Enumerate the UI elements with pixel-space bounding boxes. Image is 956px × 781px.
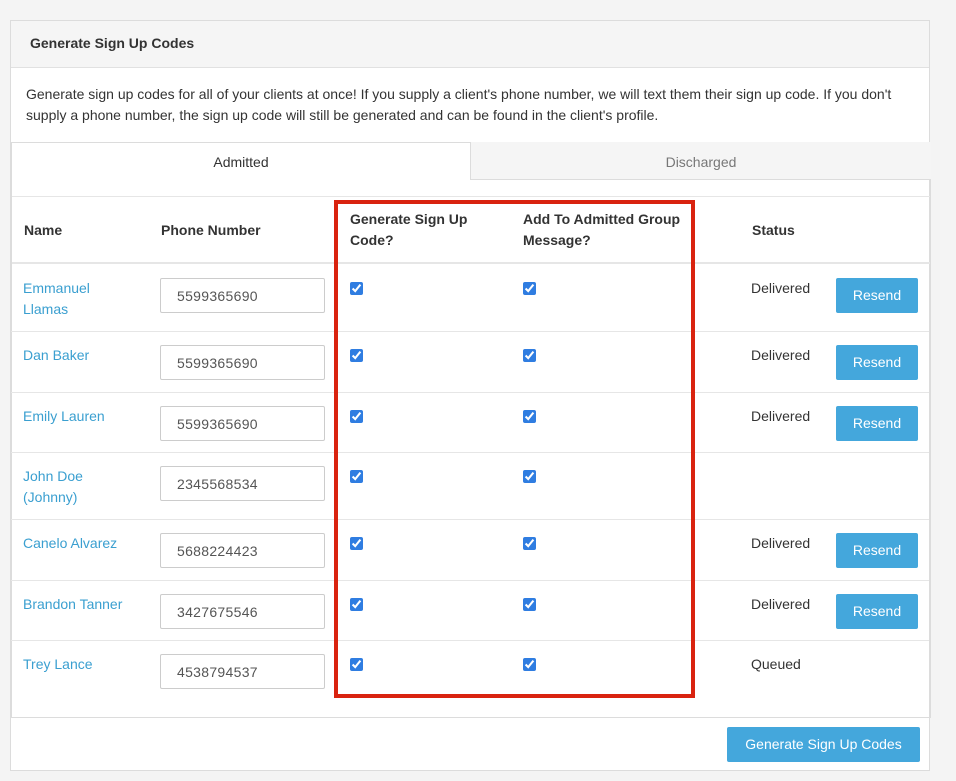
header-group: Add To Admitted Group Message? (523, 211, 681, 248)
client-name-link[interactable]: Canelo Alvarez (23, 533, 123, 554)
phone-number-input[interactable] (160, 278, 325, 313)
status-text: Delivered (751, 408, 811, 424)
resend-button[interactable]: Resend (836, 594, 918, 629)
phone-number-input[interactable] (160, 654, 325, 689)
status-text: Delivered (751, 347, 811, 363)
tab-admitted[interactable]: Admitted (11, 142, 471, 180)
phone-number-input[interactable] (160, 533, 325, 568)
group-message-checkbox[interactable] (523, 410, 536, 423)
group-message-checkbox[interactable] (523, 537, 536, 550)
phone-number-input[interactable] (160, 406, 325, 441)
group-message-checkbox[interactable] (523, 349, 536, 362)
panel-title: Generate Sign Up Codes (30, 35, 195, 51)
header-generate: Generate Sign Up Code? (350, 211, 468, 248)
client-name-link[interactable]: John Doe (Johnny) (23, 466, 123, 508)
generate-code-checkbox[interactable] (350, 410, 363, 423)
generate-code-checkbox[interactable] (350, 349, 363, 362)
intro-text: Generate sign up codes for all of your c… (26, 86, 892, 123)
generate-sign-up-codes-button[interactable]: Generate Sign Up Codes (727, 727, 920, 762)
resend-button[interactable]: Resend (836, 278, 918, 313)
table-row: Dan Baker Delivered Resend (11, 332, 929, 393)
client-name-link[interactable]: Emmanuel Llamas (23, 278, 123, 320)
table-row: John Doe (Johnny) (11, 453, 929, 520)
generate-code-checkbox[interactable] (350, 537, 363, 550)
generate-code-checkbox[interactable] (350, 598, 363, 611)
group-message-checkbox[interactable] (523, 282, 536, 295)
generate-code-checkbox[interactable] (350, 470, 363, 483)
client-name-link[interactable]: Brandon Tanner (23, 594, 123, 615)
header-status: Status (752, 222, 795, 238)
panel-header: Generate Sign Up Codes (11, 21, 929, 68)
status-text: Delivered (751, 535, 811, 551)
group-message-checkbox[interactable] (523, 470, 536, 483)
status-text: Delivered (751, 596, 811, 612)
table-row: Trey Lance Queued (11, 641, 929, 718)
tab-discharged[interactable]: Discharged (471, 142, 931, 180)
client-name-link[interactable]: Emily Lauren (23, 406, 123, 427)
group-message-checkbox[interactable] (523, 658, 536, 671)
phone-number-input[interactable] (160, 594, 325, 629)
resend-button[interactable]: Resend (836, 533, 918, 568)
table-row: Brandon Tanner Delivered Resend (11, 581, 929, 641)
table-row: Canelo Alvarez Delivered Resend (11, 520, 929, 581)
table-row: Emmanuel Llamas Delivered Resend (11, 265, 929, 332)
phone-number-input[interactable] (160, 466, 325, 501)
generate-code-checkbox[interactable] (350, 282, 363, 295)
status-text: Delivered (751, 280, 811, 296)
table-row: Emily Lauren Delivered Resend (11, 393, 929, 453)
status-text: Queued (751, 656, 801, 672)
client-name-link[interactable]: Dan Baker (23, 345, 123, 366)
group-message-checkbox[interactable] (523, 598, 536, 611)
header-name: Name (24, 222, 63, 238)
phone-number-input[interactable] (160, 345, 325, 380)
client-name-link[interactable]: Trey Lance (23, 654, 123, 675)
table-header: Name Phone Number Generate Sign Up Code?… (12, 196, 930, 264)
resend-button[interactable]: Resend (836, 406, 918, 441)
generate-code-checkbox[interactable] (350, 658, 363, 671)
generate-codes-panel: Generate Sign Up Codes Generate sign up … (10, 20, 931, 771)
header-phone: Phone Number (161, 222, 261, 238)
resend-button[interactable]: Resend (836, 345, 918, 380)
